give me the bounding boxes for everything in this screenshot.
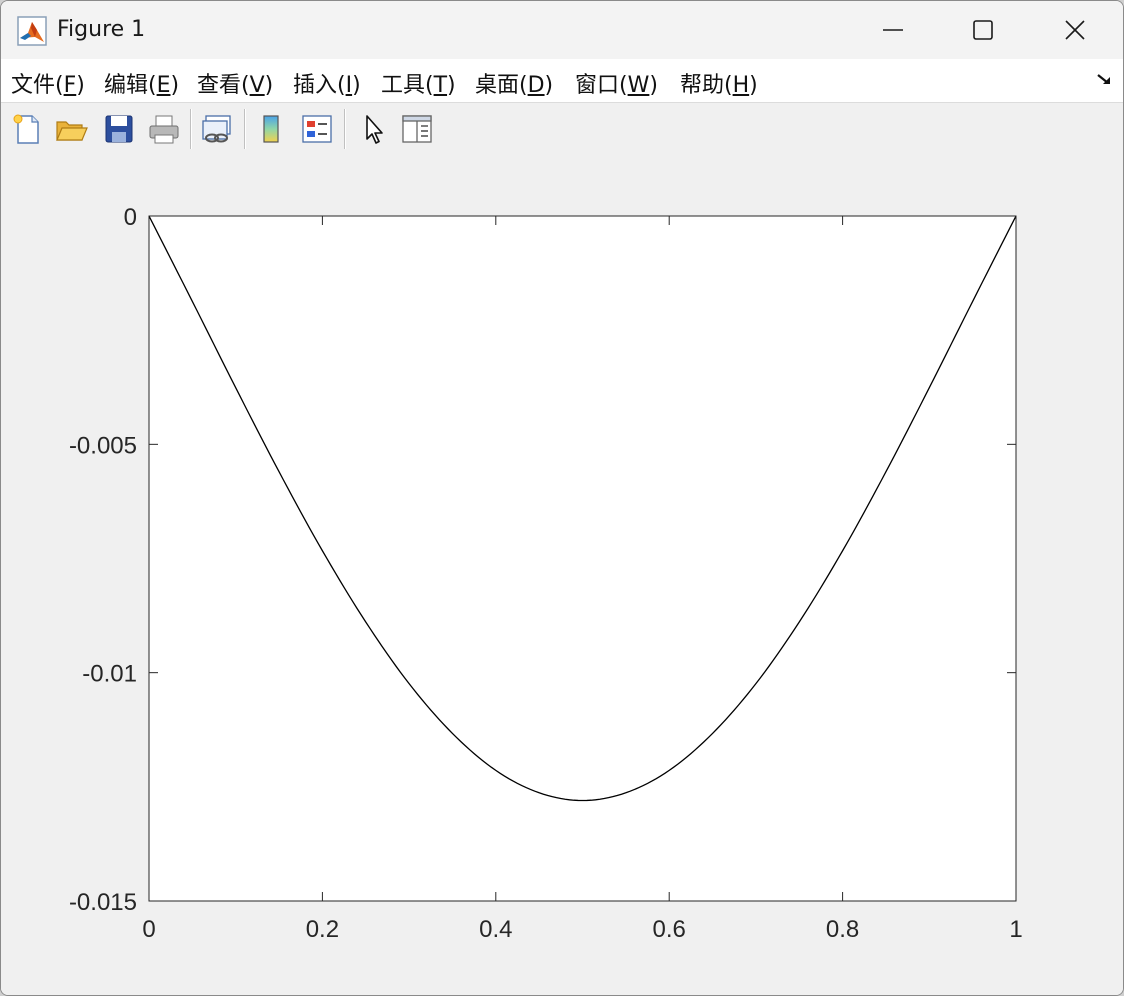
menu-tools[interactable]: 工具(T) bbox=[381, 67, 456, 99]
edit-plot-button[interactable] bbox=[356, 111, 392, 147]
print-icon bbox=[149, 115, 179, 144]
menu-help-key: H bbox=[732, 73, 750, 98]
line-plot[interactable]: 0 0.2 0.4 0.6 0.8 1 0 -0.005 -0.01 -0.015 bbox=[1, 154, 1123, 995]
x-tick-label: 0.4 bbox=[479, 916, 512, 943]
menu-bar: 文件(F) 编辑(E) 查看(V) 插入(I) 工具(T) 桌面(D) 窗口(W… bbox=[1, 59, 1123, 102]
menu-help-tail: ) bbox=[749, 73, 758, 98]
menu-edit[interactable]: 编辑(E) bbox=[104, 67, 179, 99]
menu-view[interactable]: 查看(V) bbox=[197, 67, 273, 99]
insert-legend-button[interactable] bbox=[299, 111, 335, 147]
menu-help[interactable]: 帮助(H) bbox=[680, 67, 758, 99]
insert-colorbar-icon bbox=[263, 115, 279, 143]
print-button[interactable] bbox=[146, 111, 182, 147]
new-figure-button[interactable] bbox=[9, 111, 45, 147]
edit-plot-pointer-icon bbox=[366, 115, 383, 144]
link-plot-button[interactable] bbox=[199, 111, 235, 147]
open-file-button[interactable] bbox=[53, 111, 89, 147]
menu-file-label: 文件( bbox=[11, 73, 64, 98]
toolbar-separator bbox=[190, 109, 192, 149]
matlab-logo-icon bbox=[17, 16, 47, 46]
menu-edit-label: 编辑( bbox=[104, 73, 157, 98]
property-inspector-button[interactable] bbox=[399, 111, 435, 147]
menu-edit-tail: ) bbox=[170, 73, 180, 98]
figure-toolbar bbox=[1, 102, 1123, 155]
save-icon bbox=[105, 115, 133, 143]
menu-view-label: 查看( bbox=[197, 73, 250, 98]
maximize-button[interactable] bbox=[937, 1, 1029, 59]
x-tick-label: 0.8 bbox=[826, 916, 859, 943]
insert-colorbar-button[interactable] bbox=[254, 111, 290, 147]
menu-window-label: 窗口( bbox=[575, 73, 628, 98]
menu-window[interactable]: 窗口(W) bbox=[575, 67, 658, 99]
menu-window-key: W bbox=[627, 73, 650, 98]
toolbar-separator bbox=[344, 109, 346, 149]
menu-view-tail: ) bbox=[264, 73, 274, 98]
menu-insert-label: 插入( bbox=[293, 73, 346, 98]
menu-desktop-key: D bbox=[527, 73, 545, 98]
menu-desktop-tail: ) bbox=[544, 73, 554, 98]
title-bar[interactable]: Figure 1 bbox=[1, 1, 1123, 59]
y-tick-label: -0.005 bbox=[69, 432, 137, 459]
save-button[interactable] bbox=[101, 111, 137, 147]
y-tick-label: -0.015 bbox=[69, 889, 137, 916]
menu-file[interactable]: 文件(F) bbox=[11, 67, 85, 99]
x-tick-label: 0.6 bbox=[653, 916, 686, 943]
figure-canvas[interactable]: 0 0.2 0.4 0.6 0.8 1 0 -0.005 -0.01 -0.015 bbox=[1, 154, 1123, 995]
open-file-icon bbox=[56, 121, 88, 141]
menu-view-key: V bbox=[249, 73, 265, 98]
y-tick-label: 0 bbox=[124, 204, 137, 231]
menu-file-key: F bbox=[63, 73, 77, 98]
y-tick-label: -0.01 bbox=[82, 661, 137, 688]
link-plot-icon bbox=[202, 115, 231, 143]
property-inspector-icon bbox=[402, 115, 432, 143]
menu-desktop[interactable]: 桌面(D) bbox=[475, 67, 553, 99]
menu-window-tail: ) bbox=[649, 73, 658, 98]
maximize-icon bbox=[973, 20, 993, 40]
window-title: Figure 1 bbox=[57, 17, 146, 42]
menu-tools-key: T bbox=[433, 73, 448, 98]
new-figure-icon bbox=[13, 114, 39, 144]
x-tick-label: 0 bbox=[142, 916, 155, 943]
menu-tools-tail: ) bbox=[447, 73, 456, 98]
insert-legend-icon bbox=[302, 115, 332, 143]
menu-help-label: 帮助( bbox=[680, 73, 733, 98]
menu-edit-key: E bbox=[156, 73, 171, 98]
menu-tools-label: 工具( bbox=[381, 73, 434, 98]
close-icon bbox=[1065, 20, 1085, 40]
minimize-button[interactable] bbox=[847, 1, 939, 59]
figure-window: Figure 1 文件(F) 编辑(E) 查看(V) 插入(I) 工具(T) 桌… bbox=[0, 0, 1124, 996]
toolbar-separator bbox=[244, 109, 246, 149]
dock-arrow-icon[interactable] bbox=[1095, 71, 1113, 89]
close-button[interactable] bbox=[1029, 1, 1121, 59]
menu-desktop-label: 桌面( bbox=[475, 73, 528, 98]
menu-insert-tail: ) bbox=[352, 73, 361, 98]
x-tick-label: 1 bbox=[1009, 916, 1022, 943]
menu-insert[interactable]: 插入(I) bbox=[293, 67, 361, 99]
x-tick-label: 0.2 bbox=[306, 916, 339, 943]
axes-background[interactable] bbox=[149, 216, 1016, 901]
menu-file-tail: ) bbox=[76, 73, 85, 98]
minimize-icon bbox=[883, 29, 903, 31]
